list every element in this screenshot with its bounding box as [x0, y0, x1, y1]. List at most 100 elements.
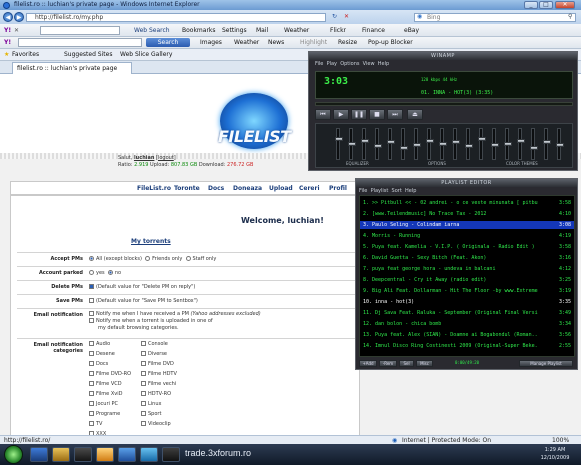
playlist-row[interactable]: 8. Deepcentral - Cry it Away (radio edit…: [360, 276, 574, 284]
tab-filelist[interactable]: filelist.ro :: luchian's private page: [12, 62, 132, 74]
forward-icon[interactable]: ▶: [14, 12, 24, 22]
maximize-button[interactable]: □: [539, 1, 553, 9]
eq-slider-knob[interactable]: [543, 140, 551, 144]
playlist-row[interactable]: 5. Puya feat. Kamelia - V.I.P. ( Origina…: [360, 243, 574, 251]
notify-pm-checkbox[interactable]: [89, 311, 94, 316]
playlist-menu-help[interactable]: Help: [405, 188, 416, 194]
folder-taskbar-icon[interactable]: [52, 447, 70, 462]
playlist-row[interactable]: 9. Big Ali Feat. Dollarman - Hit The Flo…: [360, 287, 574, 295]
settings-button[interactable]: Settings: [222, 24, 247, 37]
favorites-button[interactable]: Favorites: [12, 49, 39, 61]
eq-slider-knob[interactable]: [530, 146, 538, 150]
eject-icon[interactable]: ⏏: [407, 109, 423, 120]
playlist-row[interactable]: 11. Dj Sava Feat. Raluka - September (Or…: [360, 309, 574, 317]
ebay-button[interactable]: eBay: [404, 24, 419, 37]
eq-slider-knob[interactable]: [517, 139, 525, 143]
category-item[interactable]: Docs: [89, 361, 108, 367]
playlist-row[interactable]: 2. [www.Teilendmusic] No Trace Tax - 201…: [360, 210, 574, 218]
news-button[interactable]: News: [268, 37, 284, 49]
category-checkbox[interactable]: [89, 341, 94, 346]
category-item[interactable]: Audio: [89, 341, 110, 347]
winamp-time[interactable]: 3:03: [324, 76, 348, 87]
my-torrents-link[interactable]: My torrents: [131, 238, 171, 245]
app-taskbar-icon[interactable]: [96, 447, 114, 462]
eq-slider[interactable]: [361, 128, 369, 160]
popup-blocker-button[interactable]: Pop-up Blocker: [368, 37, 413, 49]
winamp-menu-help[interactable]: Help: [378, 61, 389, 67]
category-item[interactable]: Filme HDTV: [141, 371, 177, 377]
delete-pms-checkbox[interactable]: [89, 284, 94, 289]
winamp-menu-options[interactable]: Options: [340, 61, 359, 67]
category-checkbox[interactable]: [89, 401, 94, 406]
eq-slider[interactable]: [413, 128, 421, 160]
eq-slider[interactable]: [491, 128, 499, 160]
category-checkbox[interactable]: [141, 341, 146, 346]
parked-no-radio[interactable]: [107, 270, 113, 275]
next-icon[interactable]: ⏭: [387, 109, 403, 120]
eq-slider-knob[interactable]: [400, 146, 408, 150]
yahoo-search-field[interactable]: [18, 38, 142, 47]
category-item[interactable]: Desene: [89, 351, 115, 357]
stop-icon[interactable]: ✕: [344, 13, 349, 20]
pause-icon[interactable]: ❚❚: [351, 109, 367, 120]
nav-profil[interactable]: Profil: [329, 182, 347, 195]
select-button[interactable]: Sel: [399, 360, 414, 367]
eq-slider[interactable]: [426, 128, 434, 160]
minimize-button[interactable]: _: [524, 1, 538, 9]
playlist-menu-playlist[interactable]: Playlist: [371, 188, 389, 194]
category-item[interactable]: TV: [89, 421, 102, 427]
bookmarks-button[interactable]: Bookmarks: [182, 24, 216, 37]
category-checkbox[interactable]: [89, 351, 94, 356]
finance-button[interactable]: Finance: [362, 24, 385, 37]
media-taskbar-icon[interactable]: [74, 447, 92, 462]
category-checkbox[interactable]: [89, 391, 94, 396]
play-icon[interactable]: ▶: [333, 109, 349, 120]
nav-doneaza[interactable]: Doneaza: [233, 182, 262, 195]
category-item[interactable]: Diverse: [141, 351, 167, 357]
accept-staff-radio[interactable]: [185, 256, 191, 261]
manage-playlist-button[interactable]: Manage Playlist: [519, 360, 573, 367]
back-icon[interactable]: ◀: [3, 12, 13, 22]
category-checkbox[interactable]: [141, 351, 146, 356]
close-button[interactable]: ✕: [555, 1, 575, 9]
eq-slider-knob[interactable]: [335, 137, 343, 141]
start-button[interactable]: [4, 445, 23, 464]
eq-slider[interactable]: [374, 128, 382, 160]
parked-yes-radio[interactable]: [89, 270, 94, 275]
category-checkbox[interactable]: [89, 361, 94, 366]
category-item[interactable]: Videoclip: [141, 421, 171, 427]
playlist-row[interactable]: 3. Paulo Seling - Colindam iarna 3:08: [360, 221, 574, 229]
playlist-row[interactable]: 6. David Guetta - Sexy Bitch (Feat. Akon…: [360, 254, 574, 262]
eq-slider-knob[interactable]: [504, 142, 512, 146]
eq-slider-knob[interactable]: [452, 140, 460, 144]
category-checkbox[interactable]: [141, 421, 146, 426]
category-checkbox[interactable]: [141, 361, 146, 366]
suggested-sites-link[interactable]: Suggested Sites: [64, 49, 112, 61]
eq-slider[interactable]: [478, 128, 486, 160]
winamp-menu-play[interactable]: Play: [327, 61, 337, 67]
misc-button[interactable]: Misc: [416, 360, 433, 367]
winamp-taskbar-icon[interactable]: [162, 447, 180, 462]
yahoo-search-input[interactable]: [40, 26, 120, 35]
playlist-row[interactable]: 7. puya feat george hora - undeva in bal…: [360, 265, 574, 273]
resize-button[interactable]: Resize: [338, 37, 357, 49]
images-button[interactable]: Images: [200, 37, 222, 49]
eq-slider-knob[interactable]: [387, 140, 395, 144]
eq-slider[interactable]: [530, 128, 538, 160]
eq-slider[interactable]: [387, 128, 395, 160]
category-checkbox[interactable]: [141, 381, 146, 386]
accept-friends-radio[interactable]: [145, 256, 151, 261]
eq-slider-knob[interactable]: [426, 139, 434, 143]
notify-torrent-checkbox[interactable]: [89, 318, 94, 323]
nav-cereri[interactable]: Cereri: [299, 182, 320, 195]
search-icon[interactable]: ⚲: [568, 13, 572, 20]
category-checkbox[interactable]: [89, 411, 94, 416]
category-item[interactable]: Filme VCD: [89, 381, 122, 387]
eq-slider-knob[interactable]: [348, 142, 356, 146]
category-item[interactable]: HDTV-RO: [141, 391, 171, 397]
category-checkbox[interactable]: [141, 401, 146, 406]
category-checkbox[interactable]: [89, 381, 94, 386]
toolbar-close-icon[interactable]: ✕: [14, 24, 19, 37]
eq-slider[interactable]: [504, 128, 512, 160]
nav-filelist[interactable]: FileList.ro: [137, 182, 171, 195]
